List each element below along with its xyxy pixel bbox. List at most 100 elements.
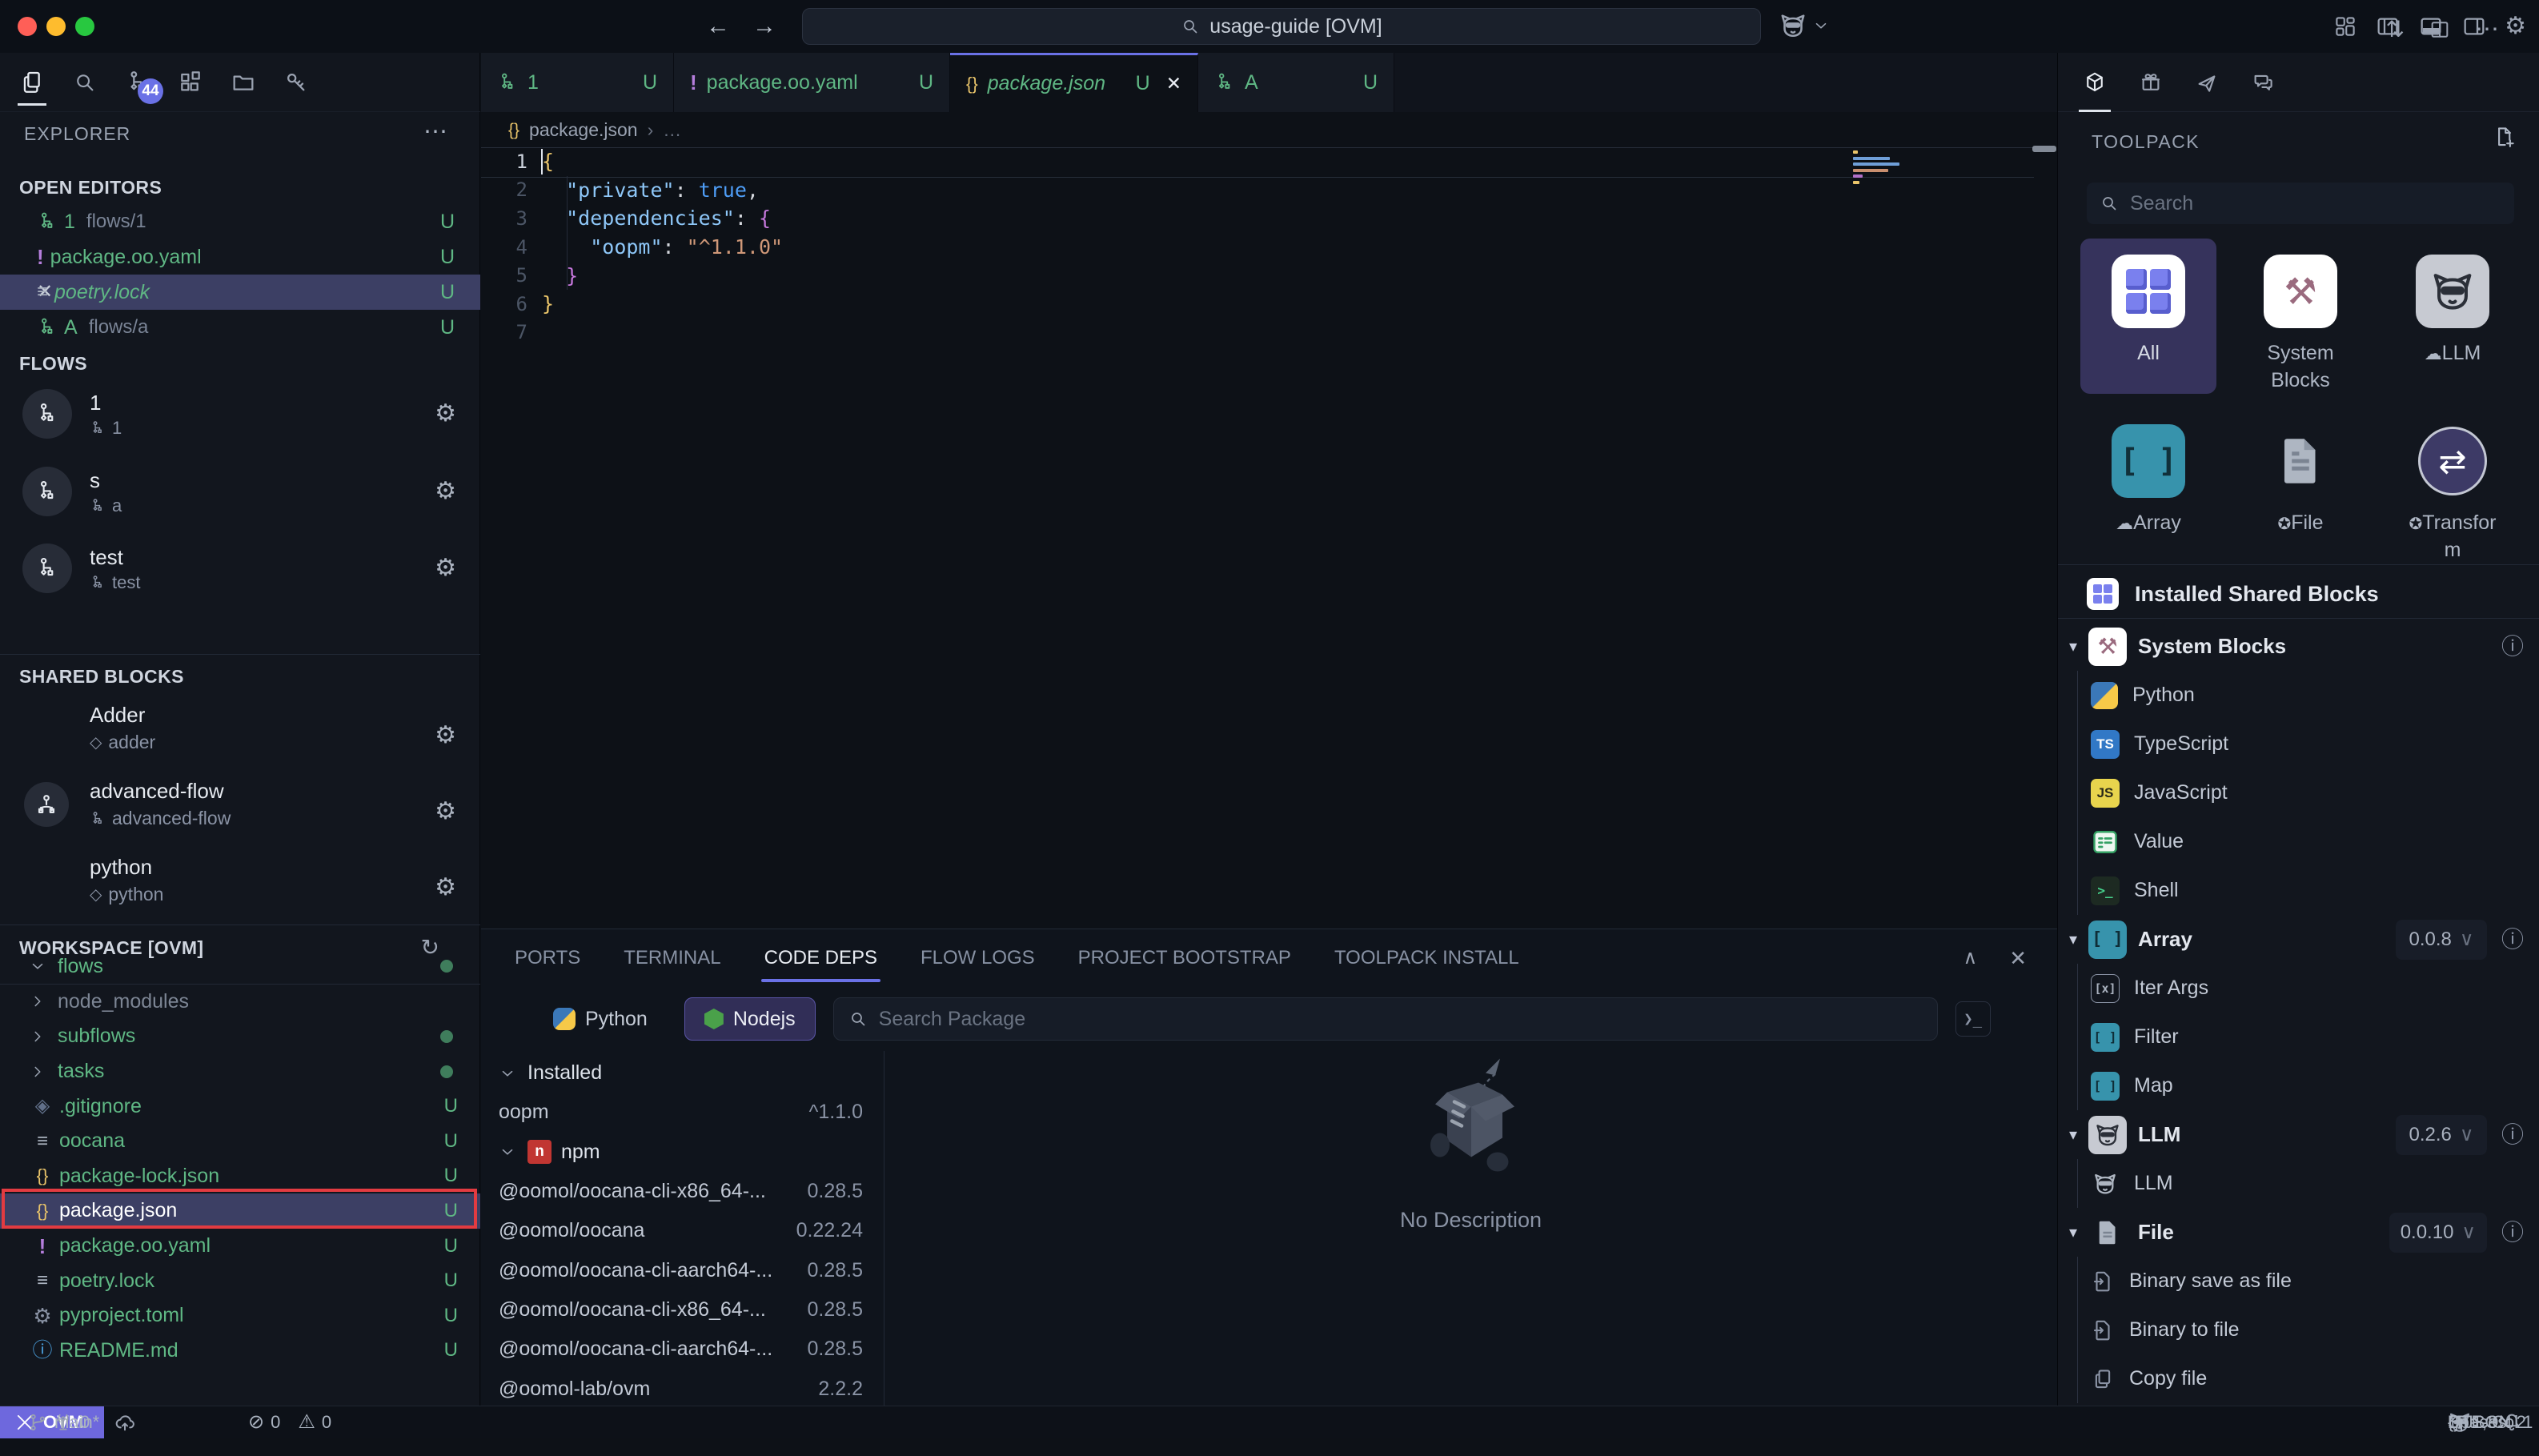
shared-block-python[interactable]: python ◇python ⚙: [0, 855, 480, 922]
panel-tab-terminal[interactable]: TERMINAL: [624, 929, 720, 987]
panel-tab-toolpack-install[interactable]: TOOLPACK INSTALL: [1334, 929, 1519, 987]
block-item-binary-save-as-file[interactable]: Binary save as file: [2077, 1257, 2539, 1306]
block-item-typescript[interactable]: TS TypeScript: [2077, 720, 2539, 768]
info-icon[interactable]: ⓘ: [2501, 1221, 2524, 1244]
breadcrumb[interactable]: {} package.json › …: [481, 112, 2057, 147]
flows-header[interactable]: FLOWS: [0, 349, 480, 378]
tree-item-subflows[interactable]: subflows: [0, 1019, 480, 1054]
forward-button[interactable]: →: [752, 0, 776, 53]
panel-tab-ports[interactable]: PORTS: [515, 929, 580, 987]
tree-item-package-lock.json[interactable]: {} package-lock.json U: [0, 1159, 480, 1194]
toolpack-search-input[interactable]: Search: [2087, 183, 2514, 224]
panel-tab-project-bootstrap[interactable]: PROJECT BOOTSTRAP: [1078, 929, 1291, 987]
editor-tab-A[interactable]: A U: [1198, 53, 1394, 112]
tree-item-package.oo.yaml[interactable]: ! package.oo.yaml U: [0, 1229, 480, 1264]
settings-gear-icon[interactable]: ⚙: [2505, 14, 2526, 38]
activity-flows-icon[interactable]: 44: [120, 59, 155, 106]
block-item-shell[interactable]: >_ Shell: [2077, 866, 2539, 915]
toolpack-category-all[interactable]: All: [2080, 239, 2216, 394]
package-row[interactable]: @oomol/oocana0.22.24: [481, 1211, 884, 1250]
package-row[interactable]: @oomol/oocana-cli-x86_64-...0.28.5: [481, 1172, 884, 1211]
close-panel-icon[interactable]: ✕: [2009, 948, 2027, 969]
status--json[interactable]: {} JSON: [2448, 1389, 2539, 1456]
shared-block-advanced-flow[interactable]: advanced-flow advanced-flow ⚙: [0, 779, 480, 846]
shared-blocks-header[interactable]: SHARED BLOCKS: [0, 662, 480, 691]
open-changes-icon[interactable]: ⇅: [2386, 18, 2405, 41]
minimap-slider[interactable]: [2032, 146, 2056, 152]
version-select[interactable]: 0.0.10∨: [2389, 1213, 2487, 1253]
console-button[interactable]: ❯_: [1955, 1001, 1991, 1037]
command-center-search[interactable]: usage-guide [OVM]: [802, 8, 1761, 45]
panel-tab-code-deps[interactable]: CODE DEPS: [764, 929, 877, 987]
version-select[interactable]: 0.0.8∨: [2396, 920, 2487, 960]
tree-item-tasks[interactable]: tasks: [0, 1054, 480, 1089]
open-editor-package.oo.yaml[interactable]: ✕ ! package.oo.yaml U: [0, 239, 480, 275]
package-group-npm[interactable]: n npm: [481, 1133, 884, 1172]
toolpack-category-array[interactable]: [ ] ☁Array: [2080, 408, 2216, 536]
toolpack-category-transform[interactable]: ⇄ ✪Transform: [2385, 408, 2521, 564]
editor-more-actions[interactable]: ⋯: [2475, 18, 2499, 42]
info-icon[interactable]: ⓘ: [2501, 1124, 2524, 1146]
back-button[interactable]: ←: [706, 0, 730, 53]
editor-tab-1[interactable]: 1 U: [481, 53, 674, 112]
activity-search-icon[interactable]: [67, 59, 102, 106]
zoom-window-button[interactable]: [75, 17, 94, 36]
gear-icon[interactable]: ⚙: [435, 479, 456, 503]
block-group-file[interactable]: ▾ File 0.0.10∨ ⓘ: [2058, 1208, 2539, 1257]
tab-toolpack-cube[interactable]: [2077, 53, 2112, 112]
gear-icon[interactable]: ⚙: [435, 876, 456, 900]
open-editors-header[interactable]: OPEN EDITORS: [0, 173, 480, 202]
tree-item-README.md[interactable]: ⓘ README.md U: [0, 1334, 480, 1369]
open-editor-poetry.lock[interactable]: ✕ ≡ poetry.lock U: [0, 275, 480, 310]
gear-icon[interactable]: ⚙: [435, 724, 456, 748]
minimap[interactable]: [1853, 150, 1901, 187]
split-editor-icon[interactable]: [2429, 18, 2451, 41]
flow-card-1[interactable]: 1 1 ⚙: [0, 389, 480, 445]
package-row[interactable]: @oomol/oocana-cli-aarch64-...0.28.5: [481, 1330, 884, 1369]
close-icon[interactable]: ✕: [0, 283, 37, 302]
editor-tab-package.json[interactable]: {} package.json U ✕: [950, 53, 1198, 112]
assistant-menu[interactable]: [1779, 11, 1830, 40]
activity-blocks-icon[interactable]: [173, 59, 208, 106]
activity-folder-icon[interactable]: [226, 59, 261, 106]
info-icon[interactable]: ⓘ: [2501, 636, 2524, 658]
open-editor-A[interactable]: ✕ A flows/a U: [0, 310, 480, 345]
close-icon[interactable]: ✕: [1166, 74, 1181, 93]
package-row[interactable]: @oomol/oocana-cli-aarch64-...0.28.5: [481, 1250, 884, 1290]
editor-tab-package.oo.yaml[interactable]: ! package.oo.yaml U: [674, 53, 950, 112]
shared-block-Adder[interactable]: Adder ◇adder ⚙: [0, 703, 480, 770]
tree-item-poetry.lock[interactable]: ≡ poetry.lock U: [0, 1263, 480, 1298]
maximize-panel-icon[interactable]: ∧: [1963, 949, 1978, 968]
gear-icon[interactable]: ⚙: [435, 556, 456, 580]
block-group-array[interactable]: ▾ [ ] Array 0.0.8∨ ⓘ: [2058, 915, 2539, 964]
tree-item-pyproject.toml[interactable]: ⚙ pyproject.toml U: [0, 1298, 480, 1334]
tree-item-node_modules[interactable]: node_modules: [0, 985, 480, 1020]
block-group-system-blocks[interactable]: ▾ ⚒ System Blocks ⓘ: [2058, 622, 2539, 671]
activity-files-explorer-icon[interactable]: [14, 59, 50, 106]
code-editor[interactable]: {} package.json › … 1 { 2 "private": tru…: [481, 112, 2057, 929]
version-select[interactable]: 0.2.6∨: [2396, 1115, 2487, 1155]
new-toolpack-icon[interactable]: [2493, 125, 2517, 149]
package-row[interactable]: @oomol/oocana-cli-x86_64-...0.28.5: [481, 1290, 884, 1330]
close-window-button[interactable]: [18, 17, 37, 36]
tree-item-flows[interactable]: flows: [0, 949, 480, 985]
panel-tab-flow-logs[interactable]: FLOW LOGS: [921, 929, 1035, 987]
package-row[interactable]: oopm^1.1.0: [481, 1093, 884, 1132]
block-item-binary-to-file[interactable]: Binary to file: [2077, 1306, 2539, 1354]
block-item-python[interactable]: Python: [2077, 671, 2539, 720]
runtime-python-button[interactable]: Python: [534, 997, 667, 1041]
tree-item-oocana[interactable]: ≡ oocana U: [0, 1124, 480, 1159]
minimize-window-button[interactable]: [46, 17, 66, 36]
block-group-llm[interactable]: ▾ LLM 0.2.6∨ ⓘ: [2058, 1110, 2539, 1159]
block-item-iter-args[interactable]: [x] Iter Args: [2077, 964, 2539, 1013]
explorer-more-actions[interactable]: ⋯: [423, 120, 449, 144]
info-icon[interactable]: ⓘ: [2501, 929, 2524, 951]
flow-card-test[interactable]: test test ⚙: [0, 543, 480, 600]
block-item-filter[interactable]: [ ] Filter: [2077, 1013, 2539, 1061]
activity-key-icon[interactable]: [279, 59, 314, 106]
package-search-input[interactable]: Search Package: [833, 997, 1938, 1041]
toolpack-category-llm[interactable]: ☁LLM: [2385, 239, 2521, 367]
toolpack-category-system-blocks[interactable]: ⚒ SystemBlocks: [2232, 239, 2369, 394]
ports-status[interactable]: 0: [53, 1389, 533, 1456]
gear-icon[interactable]: ⚙: [435, 800, 456, 824]
